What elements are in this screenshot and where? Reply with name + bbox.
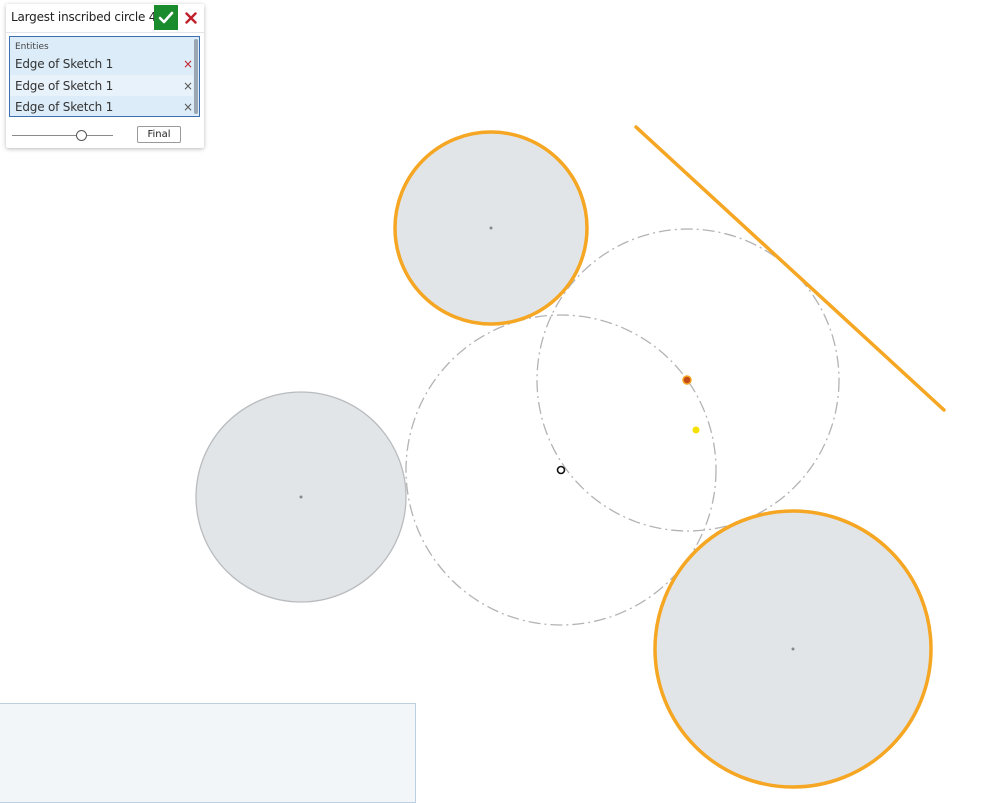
circle-center-point xyxy=(299,495,303,499)
rollback-slider-track[interactable] xyxy=(12,135,113,136)
rollback-slider-thumb[interactable] xyxy=(76,130,88,141)
dialog-title: Largest inscribed circle 4 xyxy=(11,10,157,24)
center-point-marker[interactable] xyxy=(682,375,692,385)
entity-item[interactable]: Edge of Sketch 1 × xyxy=(10,53,193,74)
entity-label: Edge of Sketch 1 xyxy=(15,99,114,114)
feature-dialog: Largest inscribed circle 4 Entities Edge… xyxy=(6,4,204,148)
preview-point xyxy=(692,426,700,434)
checkmark-icon xyxy=(158,11,174,23)
remove-entity-button[interactable]: × xyxy=(183,79,193,93)
dialog-header: Largest inscribed circle 4 xyxy=(6,4,204,33)
entity-item[interactable]: Edge of Sketch 1 × xyxy=(10,96,193,116)
list-scrollbar[interactable] xyxy=(194,39,198,114)
entities-label: Entities xyxy=(15,42,49,52)
final-button[interactable]: Final xyxy=(137,126,181,143)
entity-item[interactable]: Edge of Sketch 1 × xyxy=(10,75,193,96)
bottom-panel xyxy=(0,703,416,803)
entities-selection-list[interactable]: Entities Edge of Sketch 1 × Edge of Sket… xyxy=(9,36,200,117)
remove-entity-button[interactable]: × xyxy=(183,57,193,71)
confirm-button[interactable] xyxy=(154,5,178,30)
entity-label: Edge of Sketch 1 xyxy=(15,56,114,71)
inscribed-circle-center-point[interactable] xyxy=(556,465,566,475)
sketch-line-selected[interactable] xyxy=(634,125,946,412)
close-icon xyxy=(185,11,197,24)
circle-center-point xyxy=(791,647,795,651)
circle-center-point xyxy=(489,226,493,230)
entity-label: Edge of Sketch 1 xyxy=(15,78,114,93)
remove-entity-button[interactable]: × xyxy=(183,100,193,114)
cancel-button[interactable] xyxy=(181,5,201,30)
